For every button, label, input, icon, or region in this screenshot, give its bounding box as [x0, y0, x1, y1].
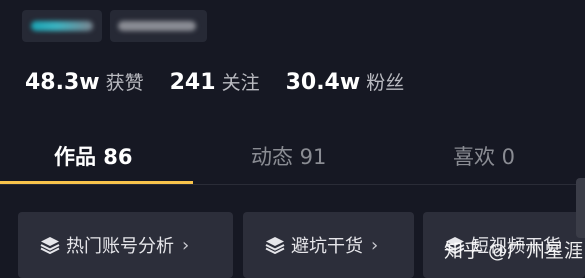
following-label[interactable]: 关注: [222, 68, 260, 95]
likes-count: 48.3w: [25, 70, 100, 95]
chevron-right-icon: ›: [371, 234, 379, 256]
blurred-tag-content-2: [118, 21, 196, 31]
collection-chip-pitfalls[interactable]: 避坑干货 ›: [243, 212, 414, 278]
stack-icon: [265, 237, 285, 254]
blurred-tag-content-1: [31, 21, 93, 31]
likes-label: 获赞: [105, 72, 144, 94]
scrollbar[interactable]: [576, 178, 585, 238]
profile-stats: 48.3w 获赞 241 关注 30.4w 粉丝: [25, 68, 430, 95]
tab-works[interactable]: 作品 86: [54, 141, 133, 171]
tab-likes[interactable]: 喜欢 0: [453, 141, 515, 171]
followers-count[interactable]: 30.4w: [286, 70, 361, 95]
following-count[interactable]: 241: [170, 70, 216, 95]
watermark: 知乎 @广州星涯: [444, 240, 584, 262]
collection-chip-label: 热门账号分析: [66, 236, 174, 257]
collection-chip-label: 避坑干货: [291, 236, 363, 257]
chevron-right-icon: ›: [182, 234, 190, 256]
followers-label[interactable]: 粉丝: [366, 68, 404, 95]
profile-tabs: 作品 86 动态 91 喜欢 0: [0, 135, 585, 185]
collection-chip-hot-accounts[interactable]: 热门账号分析 ›: [18, 212, 233, 278]
stack-icon: [40, 237, 60, 254]
tab-activity[interactable]: 动态 91: [251, 141, 326, 171]
tabs-divider: [0, 184, 585, 185]
